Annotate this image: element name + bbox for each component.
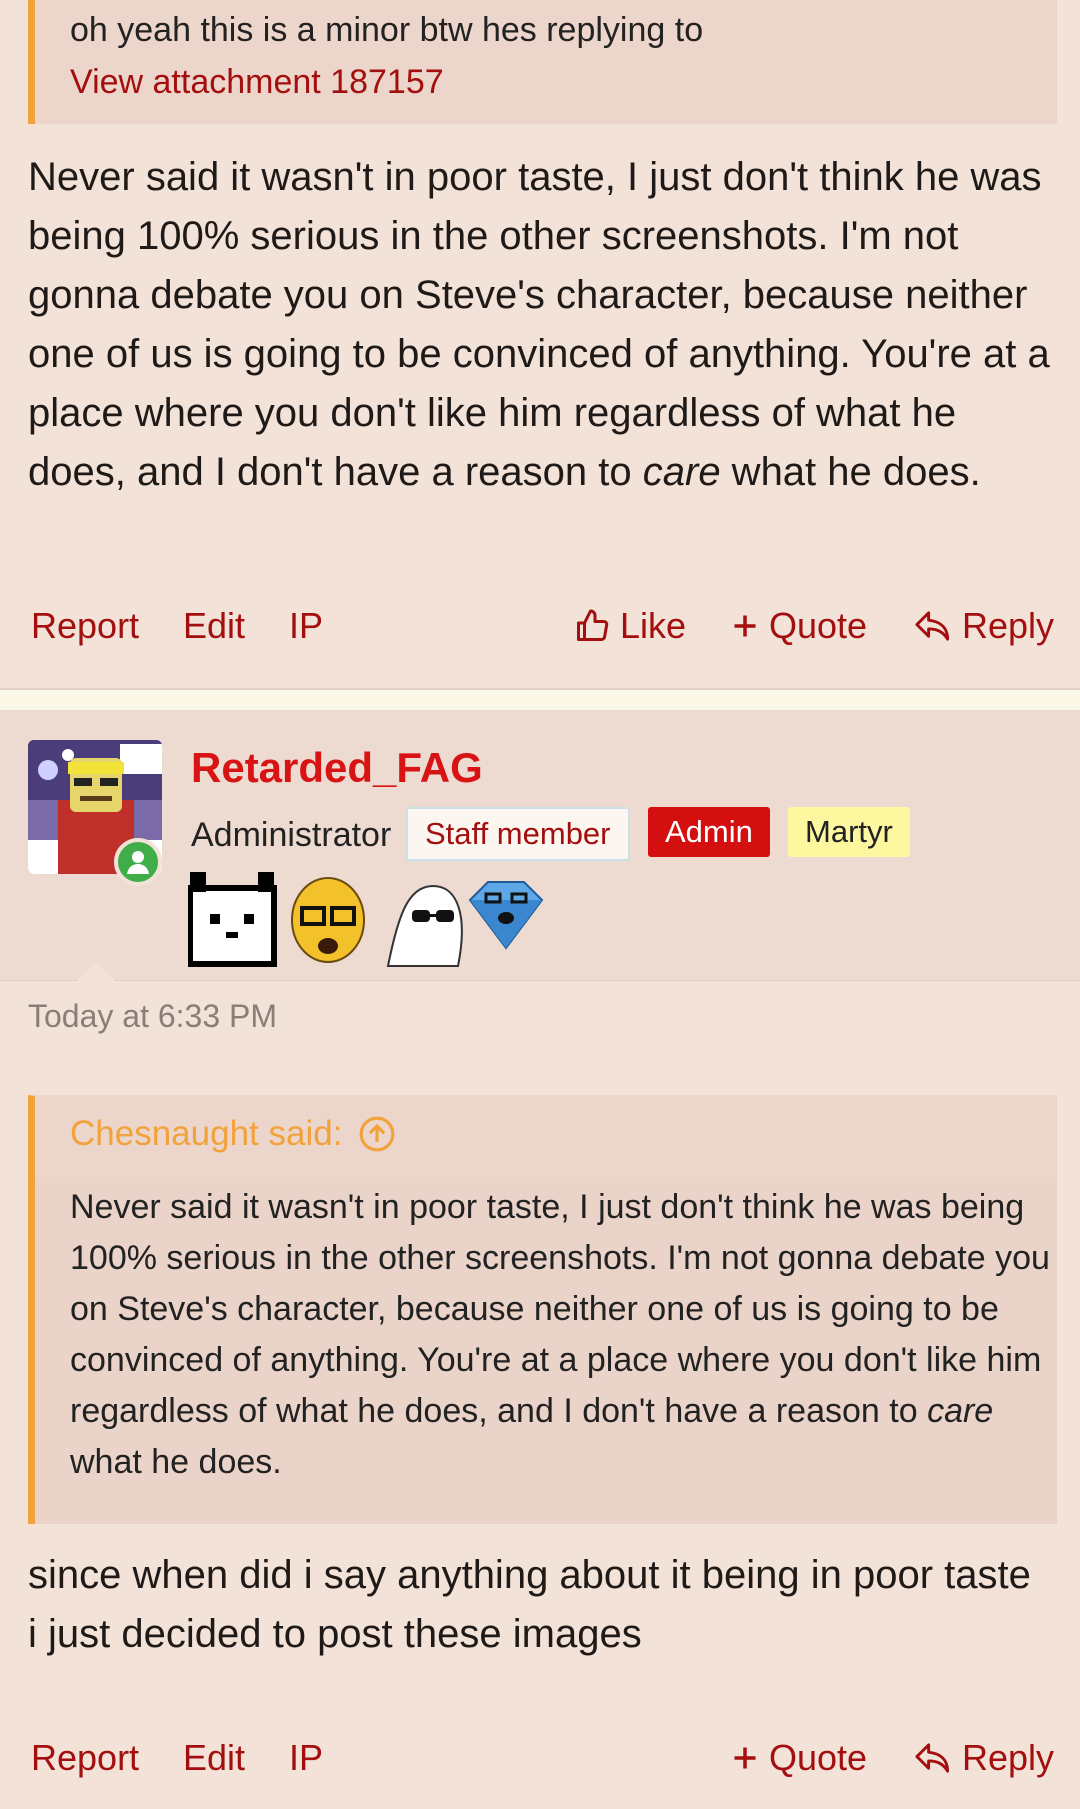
- post-body: Never said it wasn't in poor taste, I ju…: [28, 148, 1058, 502]
- post-actions: Report Edit IP Like Quote Reply: [0, 596, 1080, 656]
- quote-text-emphasis: care: [927, 1392, 994, 1430]
- arrow-up-circle-icon[interactable]: [358, 1115, 396, 1153]
- quote-button[interactable]: Quote: [731, 596, 867, 656]
- reply-label: Reply: [962, 1737, 1055, 1778]
- post-timestamp[interactable]: Today at 6:33 PM: [28, 998, 277, 1035]
- reply-button[interactable]: Reply: [914, 1728, 1054, 1788]
- quote-label: Quote: [769, 605, 868, 646]
- post-body-emphasis: care: [642, 450, 721, 494]
- quote-content: Never said it wasn't in poor taste, I ju…: [35, 1182, 1057, 1524]
- post-message-1: oh yeah this is a minor btw hes replying…: [0, 0, 1080, 690]
- ip-label: IP: [289, 605, 324, 646]
- user-header: Retarded_FAG Administrator Staff member …: [0, 710, 1080, 986]
- admin-badge: Admin: [648, 807, 770, 857]
- thumbs-up-icon: [577, 609, 609, 641]
- ip-label: IP: [289, 1737, 324, 1778]
- ip-link[interactable]: IP: [289, 1728, 323, 1788]
- reply-arrow-icon: [915, 1743, 950, 1773]
- attachment-link[interactable]: View attachment 187157: [70, 57, 444, 108]
- quote-block: oh yeah this is a minor btw hes replying…: [28, 0, 1057, 124]
- report-link[interactable]: Report: [31, 1728, 139, 1788]
- like-button[interactable]: Like: [574, 596, 686, 656]
- report-link[interactable]: Report: [31, 596, 139, 656]
- online-status-icon: [114, 838, 162, 886]
- post-message-2: Retarded_FAG Administrator Staff member …: [0, 710, 1080, 1809]
- sunglasses-soyjak-icon: [386, 884, 463, 967]
- post-body-text-end: what he does.: [720, 450, 981, 494]
- reply-button[interactable]: Reply: [914, 596, 1054, 656]
- edit-label: Edit: [183, 1737, 246, 1778]
- like-label: Like: [620, 605, 687, 646]
- reply-label: Reply: [962, 605, 1055, 646]
- message-arrow: [72, 962, 120, 986]
- blue-diamond-icon: [468, 881, 544, 950]
- edit-link[interactable]: Edit: [183, 596, 245, 656]
- post-body: since when did i say anything about it b…: [28, 1553, 1031, 1656]
- glasses-soyjak-icon: [291, 877, 365, 963]
- user-trophies: [187, 870, 558, 970]
- quote-text: oh yeah this is a minor btw hes replying…: [70, 11, 704, 49]
- quote-button[interactable]: Quote: [731, 1728, 867, 1788]
- username[interactable]: Retarded_FAG: [191, 744, 483, 792]
- martyr-badge: Martyr: [788, 807, 910, 857]
- edit-link[interactable]: Edit: [183, 1728, 245, 1788]
- plus-icon: [734, 1747, 756, 1769]
- quote-text-main: Never said it wasn't in poor taste, I ju…: [70, 1188, 1050, 1430]
- quote-label: Quote: [769, 1737, 868, 1778]
- user-title: Administrator: [191, 816, 392, 854]
- plus-icon: [734, 615, 756, 637]
- quote-block: Chesnaught said: Never said it wasn't in…: [28, 1095, 1057, 1524]
- post-actions: Report Edit IP Quote Reply: [0, 1728, 1080, 1788]
- reply-arrow-icon: [915, 611, 950, 641]
- post-body-text: Never said it wasn't in poor taste, I ju…: [28, 155, 1050, 494]
- quote-author-label: Chesnaught said:: [70, 1114, 343, 1153]
- quote-text-end: what he does.: [70, 1443, 282, 1481]
- quote-author[interactable]: Chesnaught said:: [70, 1114, 396, 1154]
- edit-label: Edit: [183, 605, 246, 646]
- pixel-cat-icon: [187, 872, 277, 967]
- staff-member-badge: Staff member: [406, 807, 630, 861]
- report-label: Report: [31, 1737, 140, 1778]
- ip-link[interactable]: IP: [289, 596, 323, 656]
- report-label: Report: [31, 605, 140, 646]
- quote-text: Never said it wasn't in poor taste, I ju…: [70, 1182, 1060, 1488]
